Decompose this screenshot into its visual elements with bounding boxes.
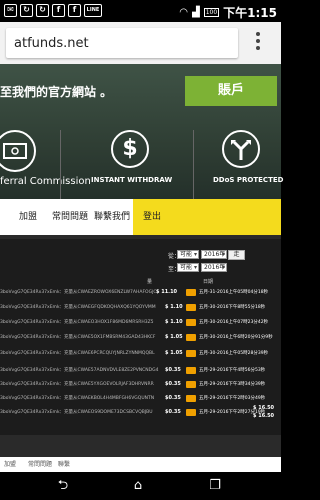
to-month-select[interactable]: 可能 (177, 263, 199, 272)
table-row: 3boVvgG7QE34Rx37xEmk：充量从CWAEZROWOX6ENZLW… (0, 289, 281, 298)
table-row: 3boVvgG7QE34Rx37xEmk：充量从CWAE57ADNVDVLE8Z… (0, 367, 281, 376)
total-amount: $ 16.50 (253, 405, 275, 411)
transaction-date: 五月-29-2016下午3時34分39秒 (199, 382, 266, 387)
feature-label-ddos: DDoS PROTECTED (213, 176, 284, 184)
footer-link-faq[interactable]: 常問問題 (28, 459, 52, 468)
table-row: 3boVvgG7QE34Rx37xEmk：充量从CWAEO3HOX1F86MD6… (0, 319, 281, 328)
status-badge (186, 350, 196, 357)
transaction-amount: $ 1.10 (165, 304, 183, 310)
transaction-date: 五月-29-2016下午4時56分53秒 (199, 368, 266, 373)
status-badge (186, 304, 196, 311)
nav-faq[interactable]: 常問問題 (52, 209, 88, 222)
browser-toolbar: atfunds.net (0, 22, 281, 64)
transaction-id: 3boVvgG7QE34Rx37xEmk：充量从CWAEOS9DOME73DCS… (0, 410, 153, 415)
transaction-id: 3boVvgG7QE34Rx37xEmk：充量从CWAE6PCRCQUYJNRL… (0, 351, 155, 356)
table-row: 3boVvgG7QE34Rx37xEmk：充量从CWAE5OX1FMBSRM43… (0, 334, 281, 343)
total-amount: $ 16.50 (253, 413, 275, 419)
main-nav: 加盟 常問問題 聯繫我們 登出 (0, 199, 281, 235)
transaction-date: 五月-29-2016下午2時03分49秒 (199, 396, 266, 401)
status-badge (186, 319, 196, 326)
dollar-circle-icon: $ (111, 130, 149, 168)
status-badge (186, 367, 196, 374)
back-icon[interactable]: ⮌ (56, 479, 70, 493)
money-icon (0, 130, 36, 172)
from-month-select[interactable]: 可能 (177, 250, 199, 259)
transaction-id: 3boVvgG7QE34Rx37xEmk：充量从CWAEGFQDKOQHAXQ6… (0, 305, 156, 310)
hero-banner: 至我們的官方網站 。 賬戶 ferral Commission $ INSTAN… (0, 64, 284, 200)
nav-affiliate[interactable]: 加盟 (19, 209, 37, 222)
transaction-id: 3boVvgG7QE34Rx37xEmk：充量从CWAE5OX1FMBSRM43… (0, 335, 156, 340)
transaction-id: 3boVvgG7QE34Rx37xEmk：充量从CWAE57ADNVDVLE8Z… (0, 368, 159, 373)
clock: 下午1:15 (223, 6, 277, 20)
facebook-icon: f (68, 4, 81, 17)
transaction-id: 3boVvgG7QE34Rx37xEmk：充量从CWAEKBOL4H4MBFGH… (0, 396, 155, 401)
url-field[interactable]: atfunds.net (6, 28, 238, 58)
overflow-menu-icon[interactable] (253, 32, 263, 54)
transaction-amount: $0.35 (165, 409, 181, 415)
battery-icon: 100 (203, 8, 220, 17)
history-section: 從： 可能 1 至： 可能 31 走 量 日期 3boVvgG7QE34Rx37… (0, 235, 281, 457)
transaction-amount: $ 1.10 (165, 319, 183, 325)
transaction-id: 3boVvgG7QE34Rx37xEmk：充量从CWAEO3HOX1F86MD6… (0, 320, 154, 325)
transaction-amount: $0.35 (165, 367, 181, 373)
status-badge (186, 334, 196, 341)
signal-icon: ▟ (191, 7, 200, 18)
transaction-amount: $0.35 (165, 381, 181, 387)
divider (60, 130, 61, 200)
sync-icon: ↻ (20, 4, 33, 17)
transaction-amount: $ 1.05 (165, 334, 183, 340)
feature-label-withdraw: INSTANT WITHDRAW (91, 176, 173, 184)
status-badge (186, 381, 196, 388)
notification-icons: ✉ ↻ ↻ f f LINE (4, 4, 102, 17)
to-year-select[interactable]: 2016年 (201, 263, 227, 272)
transaction-id: 3boVvgG7QE34Rx37xEmk：充量从CWAE5YXGOEVOLRJA… (0, 382, 154, 387)
transaction-amount: $ 11.10 (156, 289, 178, 295)
table-row: 3boVvgG7QE34Rx37xEmk：充量从CWAEKBOL4H4MBFGH… (0, 395, 281, 404)
transaction-amount: $ 1.05 (165, 350, 183, 356)
status-badge (186, 289, 196, 296)
transaction-id: 3boVvgG7QE34Rx37xEmk：充量从CWAEZROWOX6ENZLW… (0, 290, 157, 295)
table-row: 3boVvgG7QE34Rx37xEmk：充量从CWAE6PCRCQUYJNRL… (0, 350, 281, 359)
recent-apps-icon[interactable]: ❐ (208, 479, 222, 493)
transaction-date: 五月-30-2016下午8時55分18秒 (199, 305, 266, 310)
logout-label: 登出 (143, 212, 162, 222)
table-row: 3boVvgG7QE34Rx37xEmk：充量从CWAEGFQDKOQHAXQ6… (0, 304, 281, 313)
transaction-date: 五月-31-2016上午05時04分18秒 (199, 290, 269, 295)
sync-icon: ↻ (36, 4, 49, 17)
status-badge (186, 395, 196, 402)
from-year-select[interactable]: 2016年 (201, 250, 227, 259)
table-row: 3boVvgG7QE34Rx37xEmk：充量从CWAEOS9DOME73DCS… (0, 409, 281, 418)
go-button[interactable]: 走 (228, 250, 245, 260)
account-button[interactable]: 賬戶 (185, 76, 277, 106)
feature-label-commission: ferral Commission (0, 176, 91, 187)
logout-button[interactable]: 登出 (133, 199, 281, 235)
split-arrows-icon (222, 130, 260, 168)
date-header: 日期 (203, 279, 214, 285)
transaction-date: 五月-30-2016上午07時23分42秒 (199, 320, 269, 325)
nav-contact[interactable]: 聯繫我們 (94, 209, 130, 222)
divider (193, 130, 194, 200)
transaction-date: 五月-30-2016上午6時20分91分9秒 (199, 335, 273, 340)
line-icon: LINE (84, 4, 102, 17)
transaction-amount: $0.35 (165, 395, 181, 401)
transaction-date: 五月-30-2016上午05時28分39秒 (199, 351, 269, 356)
mail-icon: ✉ (4, 4, 17, 17)
footer-link-affiliate[interactable]: 加盟 (4, 459, 16, 468)
footer: 加盟 常問問題 聯繫 (0, 457, 281, 472)
home-icon[interactable]: ⌂ (131, 479, 145, 493)
amount-header: 量 (147, 279, 153, 285)
system-nav-bar: ⮌ ⌂ ❐ (0, 472, 281, 500)
facebook-icon: f (52, 4, 65, 17)
table-row: 3boVvgG7QE34Rx37xEmk：充量从CWAE5YXGOEVOLRJA… (0, 381, 281, 390)
welcome-title: 至我們的官方網站 。 (0, 85, 113, 99)
footer-link-contact[interactable]: 聯繫 (58, 459, 70, 468)
wifi-icon: ◠ (179, 7, 188, 18)
status-badge (186, 409, 196, 416)
status-bar: ✉ ↻ ↻ f f LINE ◠ ▟ 100 下午1:15 (0, 0, 281, 22)
url-text: atfunds.net (14, 36, 89, 51)
